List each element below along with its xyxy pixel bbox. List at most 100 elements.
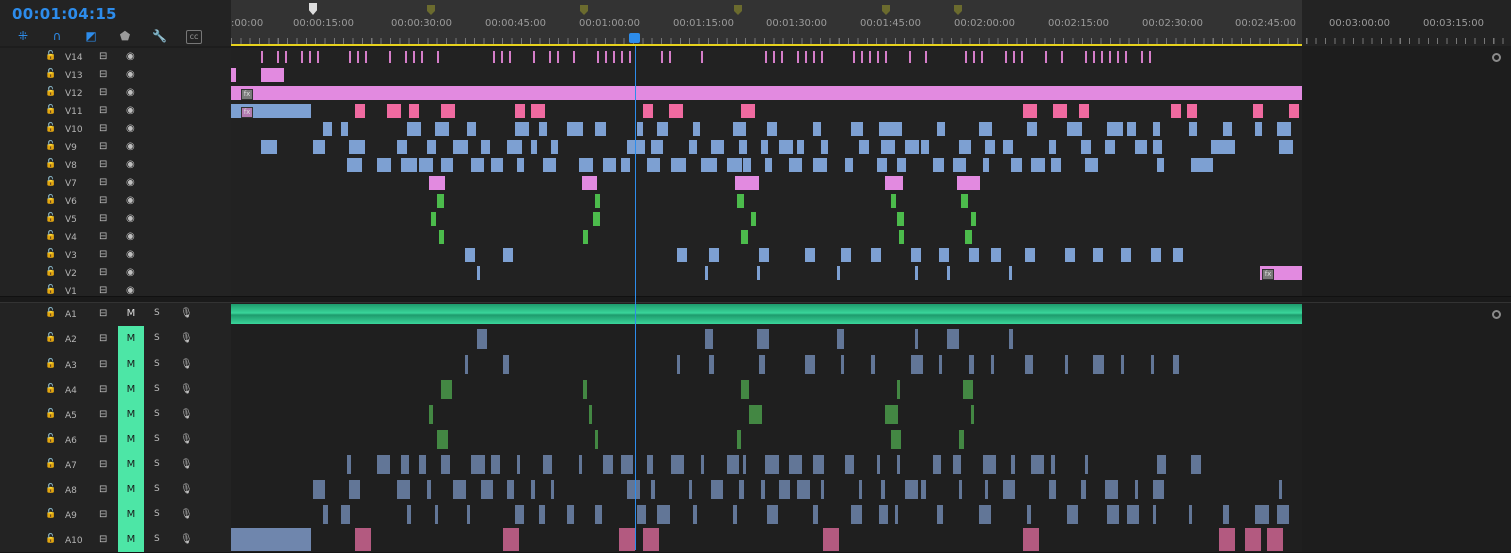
- track-lane[interactable]: [231, 402, 1302, 427]
- snap-icon[interactable]: ⁜: [16, 30, 30, 42]
- track-lane[interactable]: [231, 377, 1302, 402]
- video-clip[interactable]: [739, 140, 747, 154]
- eye-icon[interactable]: ◉: [126, 196, 135, 206]
- audio-clip[interactable]: [971, 405, 974, 424]
- audio-clip[interactable]: [937, 505, 943, 524]
- audio-clip[interactable]: [1245, 528, 1261, 551]
- video-clip[interactable]: [1153, 140, 1162, 154]
- green-clip[interactable]: [741, 230, 748, 244]
- lock-icon[interactable]: 🔓: [45, 124, 56, 133]
- edit-mark[interactable]: [1117, 51, 1119, 63]
- solo-button[interactable]: S: [154, 385, 160, 394]
- video-clip[interactable]: [895, 122, 902, 136]
- video-clip[interactable]: [1081, 140, 1091, 154]
- track-lane[interactable]: [231, 427, 1302, 452]
- audio-clip[interactable]: [1011, 455, 1015, 474]
- edit-mark[interactable]: [1061, 51, 1063, 63]
- video-clip[interactable]: [349, 140, 365, 154]
- mute-button[interactable]: M: [118, 427, 144, 452]
- audio-clip[interactable]: [905, 480, 918, 499]
- audio-clip[interactable]: [891, 430, 901, 449]
- track-lane[interactable]: [231, 302, 1318, 326]
- eye-icon[interactable]: ◉: [126, 250, 135, 260]
- sync-lock-icon[interactable]: ⊟: [99, 52, 107, 62]
- audio-clip[interactable]: [583, 380, 587, 399]
- track-lane[interactable]: [231, 192, 1302, 210]
- track-lane[interactable]: [231, 326, 1302, 352]
- audio-clip[interactable]: [837, 329, 844, 349]
- video-clip[interactable]: [323, 122, 332, 136]
- audio-clip[interactable]: [1191, 455, 1201, 474]
- color-matte-clip[interactable]: [231, 68, 236, 82]
- audio-clip[interactable]: [859, 480, 862, 499]
- audio-clip[interactable]: [689, 480, 692, 499]
- audio-clip[interactable]: [767, 505, 778, 524]
- video-clip[interactable]: [1153, 122, 1160, 136]
- video-audio-divider[interactable]: [0, 296, 1511, 303]
- video-clip[interactable]: [671, 158, 686, 172]
- audio-clip[interactable]: [543, 455, 552, 474]
- microphone-icon[interactable]: 🎙: [180, 535, 193, 545]
- edit-mark[interactable]: [389, 51, 391, 63]
- audio-clip[interactable]: [1153, 480, 1164, 499]
- edit-mark[interactable]: [501, 51, 503, 63]
- video-clip[interactable]: [1135, 140, 1147, 154]
- edit-mark[interactable]: [1013, 51, 1015, 63]
- edit-mark[interactable]: [909, 51, 911, 63]
- video-clip[interactable]: [313, 140, 325, 154]
- lock-icon[interactable]: 🔓: [45, 106, 56, 115]
- track-lane[interactable]: [231, 120, 1302, 138]
- video-clip[interactable]: [905, 140, 919, 154]
- lock-icon[interactable]: 🔓: [45, 70, 56, 79]
- video-clip[interactable]: [1189, 122, 1197, 136]
- audio-clip[interactable]: [709, 355, 714, 374]
- audio-clip[interactable]: [985, 480, 988, 499]
- pink-clip[interactable]: [1079, 104, 1089, 118]
- audio-clip[interactable]: [619, 528, 635, 551]
- audio-clip[interactable]: [1219, 528, 1235, 551]
- track-lane[interactable]: [231, 66, 1302, 84]
- audio-clip[interactable]: [429, 405, 433, 424]
- color-matte-clip[interactable]: [261, 68, 284, 82]
- mute-button[interactable]: M: [118, 326, 144, 352]
- audio-clip[interactable]: [437, 430, 448, 449]
- eye-icon[interactable]: ◉: [126, 286, 135, 296]
- audio-clip[interactable]: [1121, 355, 1124, 374]
- audio-clip[interactable]: [503, 355, 509, 374]
- audio-clip[interactable]: [323, 505, 328, 524]
- audio-clip[interactable]: [845, 455, 854, 474]
- mute-button[interactable]: M: [118, 502, 144, 527]
- lock-icon[interactable]: 🔓: [45, 214, 56, 223]
- audio-clip[interactable]: [671, 455, 684, 474]
- microphone-icon[interactable]: 🎙: [180, 510, 193, 520]
- green-clip[interactable]: [897, 212, 904, 226]
- edit-mark[interactable]: [437, 51, 439, 63]
- video-clip[interactable]: [761, 140, 768, 154]
- audio-clip[interactable]: [939, 355, 942, 374]
- video-clip[interactable]: [1031, 158, 1045, 172]
- sync-lock-icon[interactable]: ⊟: [99, 385, 107, 395]
- solo-button[interactable]: S: [154, 535, 160, 544]
- audio-clip[interactable]: [579, 455, 582, 474]
- track-lane[interactable]: [231, 352, 1302, 377]
- video-clip[interactable]: [991, 248, 1001, 262]
- lock-icon[interactable]: 🔓: [45, 232, 56, 241]
- video-clip[interactable]: [959, 140, 971, 154]
- green-clip[interactable]: [583, 230, 588, 244]
- audio-clip[interactable]: [885, 405, 898, 424]
- video-clip[interactable]: [1085, 158, 1098, 172]
- wrench-icon[interactable]: 🔧: [152, 30, 167, 42]
- lock-icon[interactable]: 🔓: [45, 485, 56, 494]
- video-clip[interactable]: [1121, 248, 1131, 262]
- audio-clip[interactable]: [589, 405, 592, 424]
- video-clip[interactable]: [985, 140, 995, 154]
- edit-mark[interactable]: [1125, 51, 1127, 63]
- edit-mark[interactable]: [285, 51, 287, 63]
- audio-clip[interactable]: [491, 455, 500, 474]
- audio-clip[interactable]: [877, 455, 880, 474]
- audio-clip[interactable]: [1189, 505, 1192, 524]
- audio-clip[interactable]: [471, 455, 485, 474]
- video-clip[interactable]: [1051, 158, 1061, 172]
- video-clip[interactable]: [845, 158, 853, 172]
- audio-clip[interactable]: [1255, 505, 1269, 524]
